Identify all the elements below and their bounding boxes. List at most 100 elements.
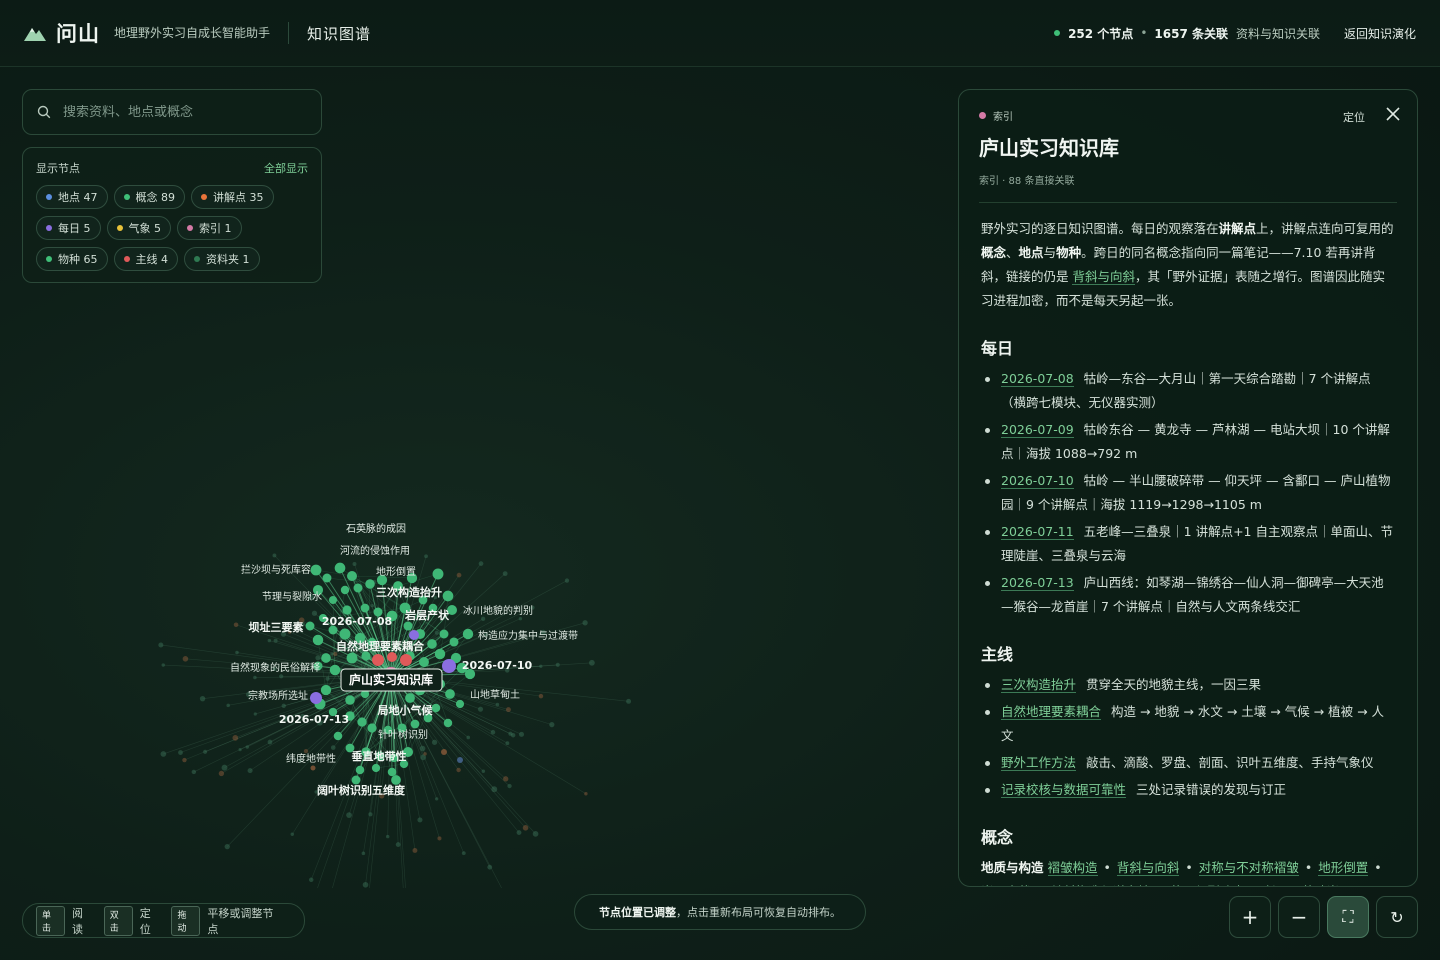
concept-link[interactable]: 长石石英砂岩 [1264, 884, 1340, 886]
graph-node[interactable] [345, 695, 355, 705]
graph-node-faint[interactable] [238, 748, 242, 752]
graph-node[interactable] [431, 703, 441, 713]
graph-node-faint[interactable] [434, 630, 439, 635]
graph-node[interactable] [442, 590, 454, 602]
graph-node-faint[interactable] [466, 735, 471, 740]
graph-node-faint[interactable] [538, 693, 544, 699]
graph-node-faint[interactable] [435, 797, 439, 801]
graph-node-faint[interactable] [477, 706, 484, 712]
graph-node-faint[interactable] [419, 745, 426, 752]
graph-node-faint[interactable] [182, 757, 187, 763]
graph-node-faint[interactable] [423, 752, 427, 756]
graph-node-faint[interactable] [273, 638, 278, 643]
reset-layout-button[interactable]: ↻ [1376, 896, 1418, 938]
zoom-in-button[interactable]: + [1229, 896, 1271, 938]
graph-node-faint[interactable] [330, 652, 334, 656]
graph-node-faint[interactable] [503, 776, 509, 782]
graph-node-faint[interactable] [481, 769, 486, 774]
graph-node-faint[interactable] [279, 674, 284, 679]
graph-node[interactable] [439, 629, 449, 639]
graph-node-faint[interactable] [437, 836, 442, 841]
graph-node-faint[interactable] [178, 750, 183, 755]
graph-node[interactable] [305, 621, 315, 631]
graph-node-faint[interactable] [161, 663, 165, 667]
graph-node-faint[interactable] [267, 739, 273, 745]
graph-node[interactable] [403, 621, 413, 631]
graph-node-faint[interactable] [368, 812, 373, 817]
concept-link[interactable]: 褶皱构造 [1047, 860, 1098, 876]
graph-node-faint[interactable] [456, 572, 462, 578]
daily-date-link[interactable]: 2026-07-11 [1001, 524, 1074, 540]
graph-node-faint[interactable] [352, 561, 357, 566]
graph-node-faint[interactable] [308, 877, 314, 883]
close-icon[interactable] [1383, 104, 1403, 124]
graph-node-faint[interactable] [441, 749, 447, 755]
mainline-node[interactable] [400, 654, 412, 666]
graph-node[interactable] [432, 568, 444, 580]
graph-node[interactable] [434, 648, 446, 660]
graph-node[interactable] [355, 765, 365, 775]
graph-node-faint[interactable] [412, 848, 418, 853]
daily-date-link[interactable]: 2026-07-13 [1001, 575, 1074, 591]
graph-node[interactable] [340, 585, 350, 595]
graph-node[interactable] [449, 637, 459, 647]
graph-node[interactable] [445, 689, 455, 699]
mainline-link[interactable]: 自然地理要素耦合 [1001, 704, 1102, 720]
graph-node-faint[interactable] [456, 767, 461, 773]
graph-node-faint[interactable] [539, 664, 543, 668]
graph-node-faint[interactable] [310, 765, 316, 771]
graph-node-faint[interactable] [502, 571, 508, 577]
graph-node[interactable] [310, 564, 322, 576]
graph-node[interactable] [371, 763, 381, 773]
graph-node[interactable] [322, 573, 332, 583]
graph-node-faint[interactable] [325, 676, 330, 681]
concept-link[interactable]: 单斜构造与逆向坡 [1050, 884, 1151, 886]
zoom-out-button[interactable]: − [1278, 896, 1320, 938]
graph-node-faint[interactable] [232, 734, 239, 741]
graph-node[interactable] [405, 693, 415, 703]
concept-link[interactable]: 岩层产状 [981, 884, 1032, 886]
mainline-link[interactable]: 野外工作方法 [1001, 755, 1077, 771]
graph-node-faint[interactable] [218, 770, 225, 777]
graph-node[interactable] [339, 628, 351, 640]
graph-node-faint[interactable] [233, 622, 239, 628]
intro-link-anticline[interactable]: 背斜与向斜 [1072, 269, 1135, 285]
graph-node-faint[interactable] [370, 603, 374, 608]
graph-node-faint[interactable] [626, 698, 632, 704]
graph-node[interactable] [462, 628, 474, 640]
daily-node[interactable] [409, 630, 419, 640]
graph-node-faint[interactable] [532, 831, 539, 837]
concept-link[interactable]: 背斜与向斜 [1116, 860, 1180, 876]
graph-node-faint[interactable] [588, 659, 595, 666]
concept-link[interactable]: 对称与不对称褶皱 [1198, 860, 1299, 876]
graph-node-faint[interactable] [518, 616, 523, 621]
graph-node-faint[interactable] [507, 783, 512, 789]
graph-node[interactable] [443, 718, 453, 728]
graph-node-faint[interactable] [584, 792, 588, 796]
graph-node-faint[interactable] [490, 729, 496, 735]
graph-node-faint[interactable] [480, 616, 486, 621]
graph-node[interactable] [367, 723, 377, 733]
locate-button[interactable]: 定位 [1343, 109, 1365, 125]
graph-node[interactable] [321, 653, 331, 663]
graph-node[interactable] [427, 639, 437, 649]
graph-node-faint[interactable] [303, 748, 309, 754]
knowledge-graph-canvas[interactable]: 石英脉的成因 河流的侵蚀作用 拦沙坝与死库容 地形倒置 三次构造抬升 节理与裂隙… [0, 68, 950, 919]
graph-node-faint[interactable] [555, 662, 560, 667]
daily-node[interactable] [310, 692, 322, 704]
graph-node-faint[interactable] [516, 830, 522, 835]
concept-link[interactable]: 节理与裂隙水 [1169, 884, 1245, 886]
graph-node-faint[interactable] [224, 843, 230, 850]
graph-node[interactable] [347, 571, 357, 581]
back-to-evolution-button[interactable]: 返回知识演化 [1344, 25, 1416, 42]
graph-node-faint[interactable] [395, 842, 401, 847]
graph-node-faint[interactable] [461, 851, 466, 856]
mainline-node[interactable] [387, 652, 397, 662]
mainline-link[interactable]: 三次构造抬升 [1001, 677, 1077, 693]
daily-date-link[interactable]: 2026-07-09 [1001, 422, 1074, 438]
graph-node-faint[interactable] [199, 695, 206, 702]
daily-node[interactable] [442, 659, 456, 673]
graph-node[interactable] [360, 603, 370, 613]
graph-node-faint[interactable] [508, 731, 513, 736]
mainline-node[interactable] [372, 654, 384, 666]
